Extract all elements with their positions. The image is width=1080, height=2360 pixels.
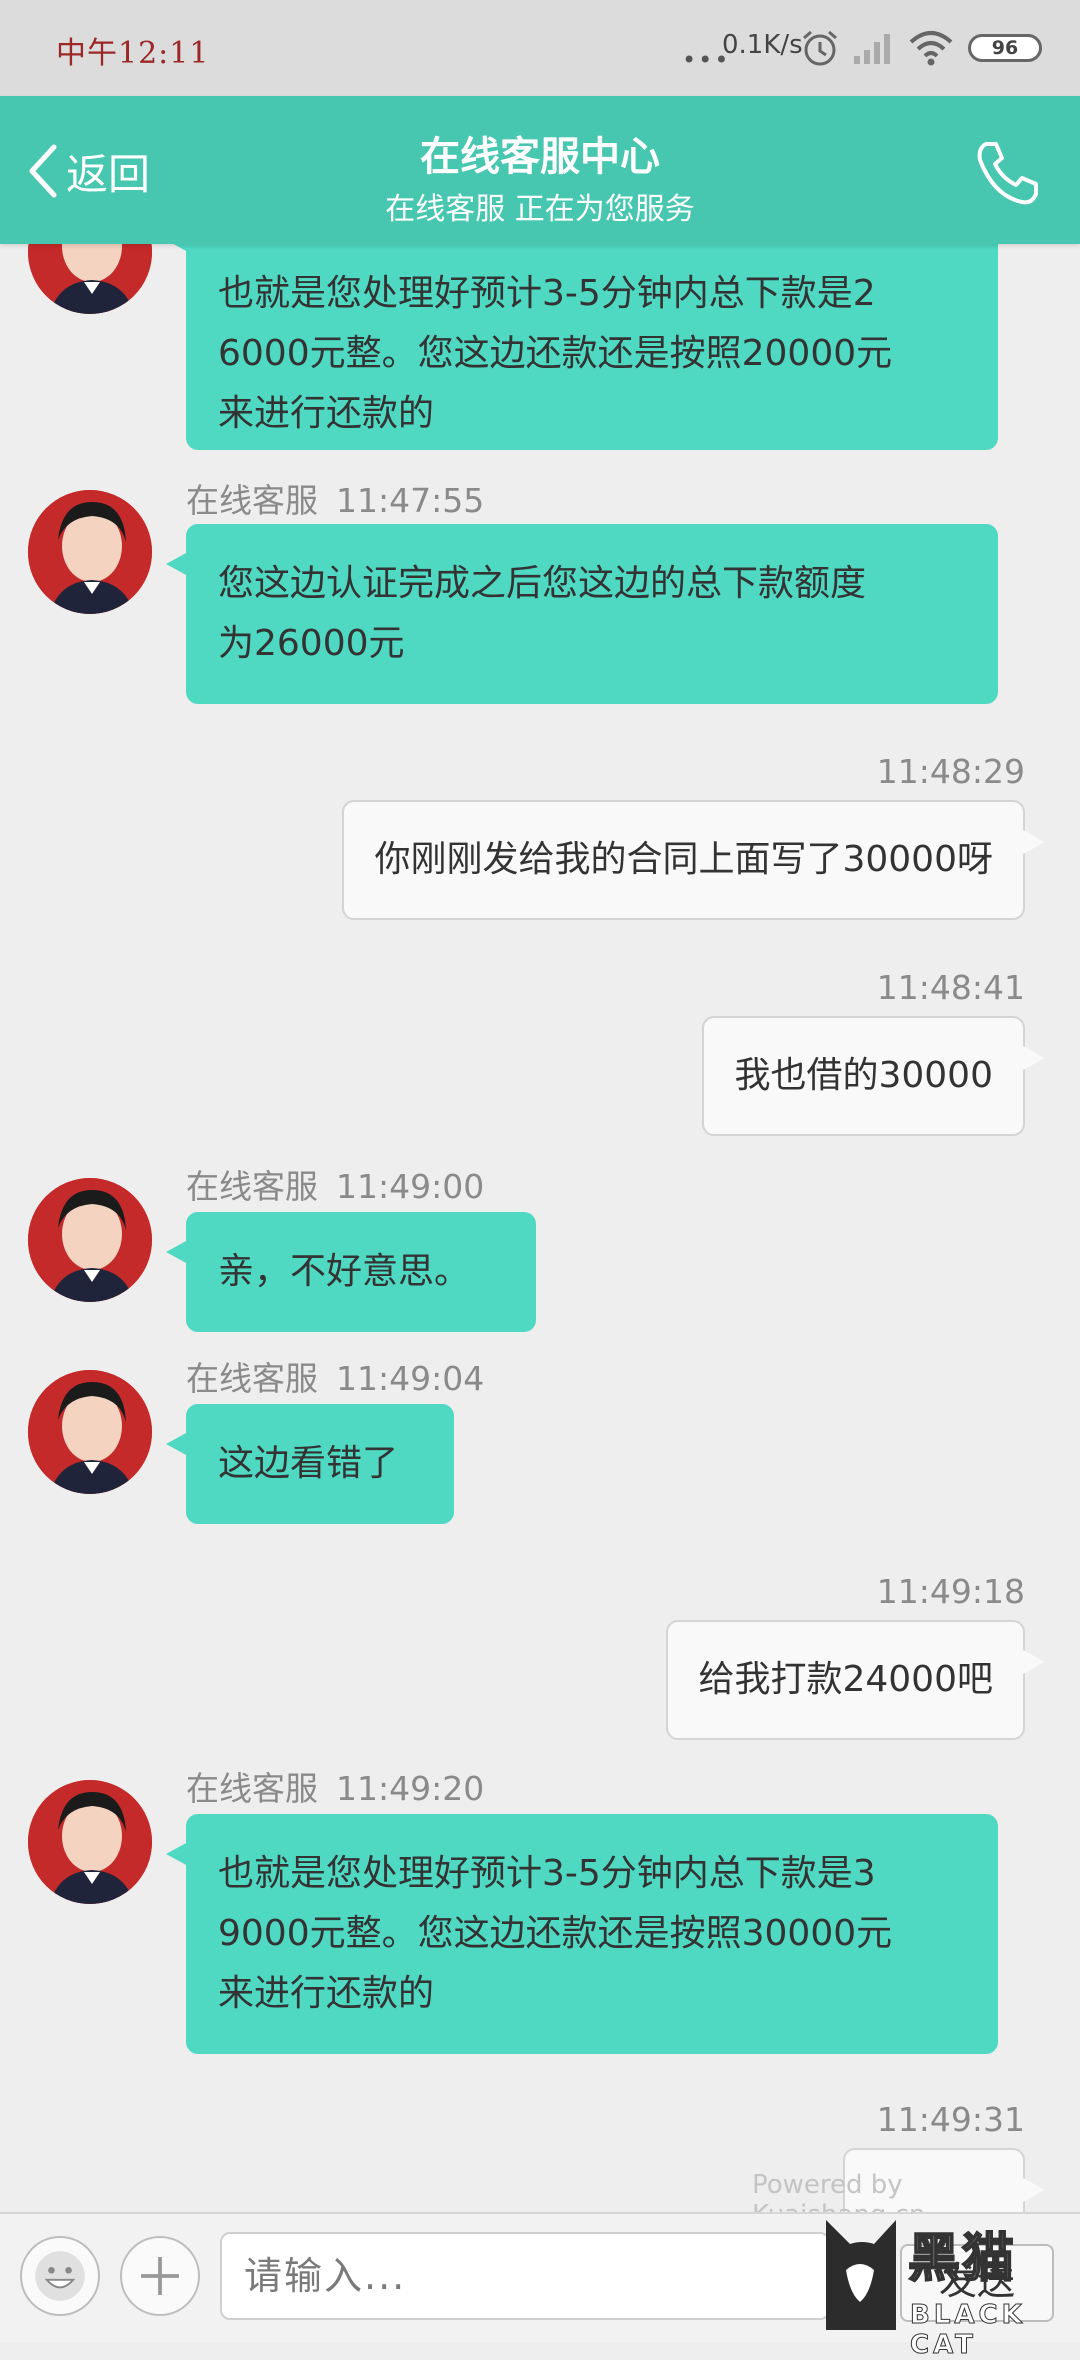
agent-avatar xyxy=(28,490,152,614)
user-message: 你刚刚发给我的合同上面写了30000呀 xyxy=(342,800,1045,920)
message-time: 11:48:41 xyxy=(876,968,1025,1007)
sender-name: 在线客服 xyxy=(186,1769,318,1808)
message-input[interactable] xyxy=(220,2232,830,2320)
user-message: 我也借的30000 xyxy=(702,1016,1045,1136)
page-title: 在线客服中心 xyxy=(420,134,660,180)
message-meta: 在线客服 11:49:20 xyxy=(186,1762,484,1810)
message-time: 11:49:04 xyxy=(336,1359,485,1398)
watermark-text: 黑猫 xyxy=(907,2228,1017,2290)
message-time: 11:49:31 xyxy=(876,2100,1025,2139)
page-subtitle: 在线客服 正在为您服务 xyxy=(385,192,695,227)
agent-message: 亲，不好意思。 xyxy=(166,1212,536,1332)
phone-icon[interactable] xyxy=(972,138,1042,208)
sender-name: 在线客服 xyxy=(186,1167,318,1206)
cat-logo-icon xyxy=(826,2220,896,2330)
agent-message: 您这边认证完成之后您这边的总下款额度 为26000元 xyxy=(166,524,998,704)
agent-avatar xyxy=(28,244,152,314)
sender-name: 在线客服 xyxy=(186,481,318,520)
agent-message: 也就是您处理好预计3-5分钟内总下款是3 9000元整。您这边还款还是按照300… xyxy=(166,1814,998,2054)
message-meta: 在线客服 11:49:04 xyxy=(186,1352,484,1400)
message-time: 11:48:29 xyxy=(876,752,1025,791)
plus-button[interactable] xyxy=(120,2236,200,2316)
agent-avatar xyxy=(28,1370,152,1494)
alarm-icon xyxy=(803,30,837,66)
message-meta: 在线客服 11:47:55 xyxy=(186,474,484,522)
message-time: 11:47:55 xyxy=(336,481,485,520)
message-time: 11:49:00 xyxy=(336,1167,485,1206)
signal-icon xyxy=(854,34,890,64)
message-time: 11:49:18 xyxy=(876,1572,1025,1611)
message-time: 11:49:20 xyxy=(336,1769,485,1808)
agent-message: 这边看错了 xyxy=(166,1404,454,1524)
plus-icon xyxy=(141,2257,179,2295)
agent-message: 也就是您处理好预计3-5分钟内总下款是2 6000元整。您这边还款还是按照200… xyxy=(166,244,998,450)
battery-level: 96 xyxy=(991,37,1019,59)
user-message: 给我打款24000吧 xyxy=(666,1620,1045,1740)
emoji-icon xyxy=(35,2251,85,2301)
sender-name: 在线客服 xyxy=(186,1359,318,1398)
agent-avatar xyxy=(28,1780,152,1904)
status-bar: 中午12:11 ••• 0.1K/s 96 xyxy=(0,0,1080,96)
chat-area[interactable]: 也就是您处理好预计3-5分钟内总下款是2 6000元整。您这边还款还是按照200… xyxy=(0,244,1080,2212)
agent-avatar xyxy=(28,1178,152,1302)
status-time: 中午12:11 xyxy=(56,36,210,71)
battery-icon: 96 xyxy=(968,34,1042,62)
watermark: 黑猫 BLACK CAT xyxy=(812,2210,1080,2360)
message-meta: 在线客服 11:49:00 xyxy=(186,1160,484,1208)
emoji-button[interactable] xyxy=(20,2236,100,2316)
watermark-subtext: BLACK CAT xyxy=(910,2300,1026,2360)
wifi-icon xyxy=(909,31,953,66)
net-speed: 0.1K/s xyxy=(722,30,803,60)
chat-header: 返回 在线客服中心 在线客服 正在为您服务 xyxy=(0,96,1080,244)
